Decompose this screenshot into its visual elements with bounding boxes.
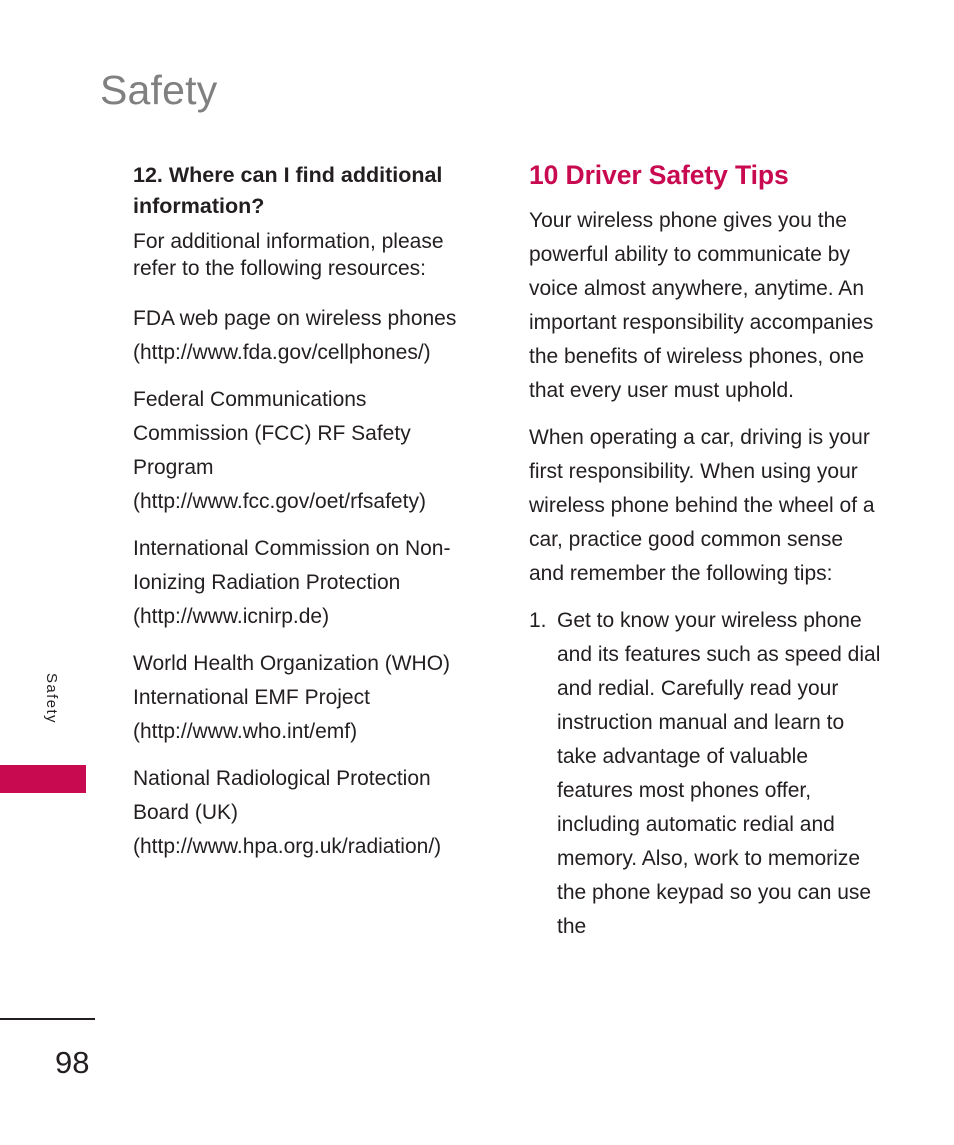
left-column-subheading: 12. Where can I find additional informat… [133,163,443,218]
side-tab-label-safety: Safety [43,673,60,724]
footer-rule [0,1018,95,1020]
left-paragraph-fcc: Federal Communications Commission (FCC) … [133,387,426,513]
left-paragraph-nrpb: National Radiological Protection Board (… [133,766,442,858]
right-column: 10 Driver Safety Tips Your wireless phon… [529,160,881,944]
right-paragraph-intro: Your wireless phone gives you the powerf… [529,208,874,402]
list-item: 1. Get to know your wireless phone and it… [529,604,881,944]
page-title: Safety [100,67,218,113]
page-number: 98 [55,1045,90,1080]
left-paragraph-fda: FDA web page on wireless phones (http://… [133,306,457,364]
left-column: 12. Where can I find additional informat… [133,160,485,864]
left-paragraph-intro: For additional information, please refer… [133,230,444,280]
list-item-text: Get to know your wireless phone and its … [557,608,881,939]
section-heading-driver-safety-tips: 10 Driver Safety Tips [529,160,789,190]
driver-safety-tips-list: 1. Get to know your wireless phone and it… [529,604,881,944]
list-item-number: 1. [529,608,547,632]
side-tab-marker [0,765,86,793]
left-paragraph-icnirp: International Commission on Non-Ionizing… [133,536,451,628]
left-paragraph-who: World Health Organization (WHO) Internat… [133,651,451,743]
right-paragraph-operating-car: When operating a car, driving is your fi… [529,425,875,585]
